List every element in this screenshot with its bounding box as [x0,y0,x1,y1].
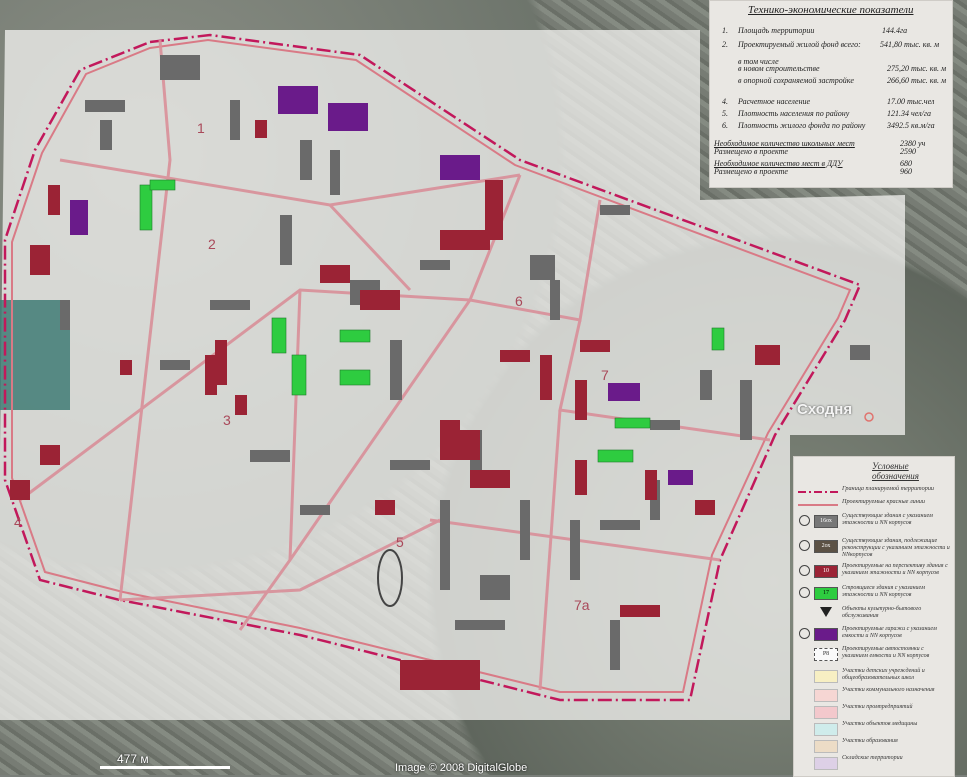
legend-item-schools: Участки детских учреждений и общеобразов… [794,667,954,687]
ddu-placed-label: Размещено в проекте [714,167,788,176]
ddu-placed-value: 960 [900,167,912,176]
school-placed-label: Размещено в проекте [714,147,788,156]
legend-item-services: Объекты культурно-бытового обслуживания [794,605,954,625]
quarter-label: 7 [601,367,609,383]
legend-title: Условные обозначения [872,461,919,481]
imagery-credit: Image © 2008 DigitalGlobe [395,762,528,774]
scale-bar [100,766,230,769]
quarter-label: 1 [197,120,205,136]
panel-title: Технико-экономические показатели [748,4,914,16]
quarter-label: 3 [223,412,231,428]
legend-item-reconstruction: 2ох Существующие здания, подлежащие реко… [794,537,954,563]
scale-label: 477 м [117,752,149,766]
quarter-label: 4 [14,514,22,530]
pool-block [0,300,70,410]
school-placed-value: 2590 [900,147,916,156]
quarter-label: 5 [396,534,404,550]
tech-indicators-panel: Технико-экономические показатели 1. Площа… [709,0,953,188]
boundary-line-symbol [798,491,838,493]
quarter-label: 6 [515,293,523,309]
legend-item-warehouses: Складские территории [794,754,954,774]
quarter-label: 7а [574,597,590,613]
triangle-icon [820,607,832,617]
legend-panel: Условные обозначения Граница планируемой… [793,456,955,777]
place-name-label: Сходня [797,401,853,418]
legend-item-garages: Проектируемые гаражи с указанием емкости… [794,625,954,647]
quarter-label: 2 [208,236,216,252]
legend-item-existing: 16ох Существующие здания с указанием эта… [794,512,954,538]
legend-item-parking: Р8 Проектируемые автостоянки с указанием… [794,645,954,667]
red-line-symbol [798,504,838,506]
